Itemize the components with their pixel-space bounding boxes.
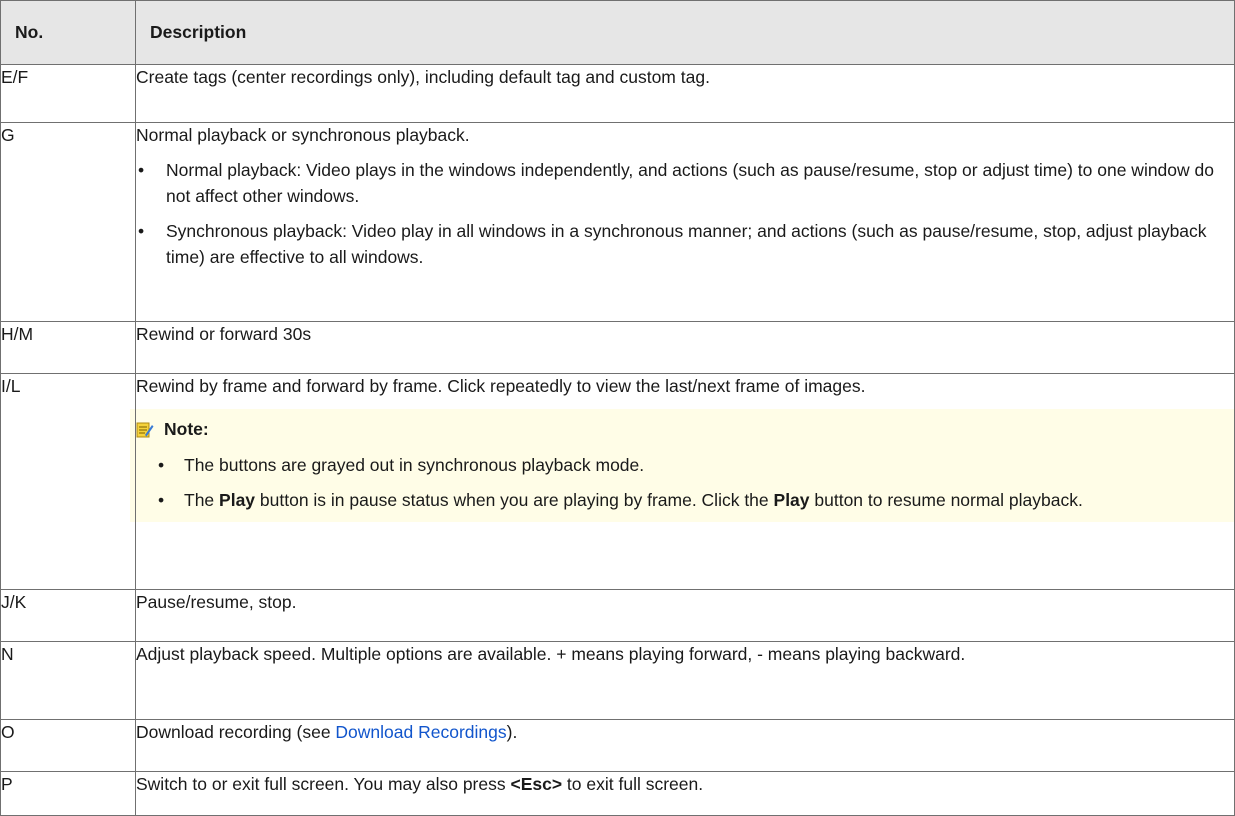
row-description: Download recording (see Download Recordi… <box>136 722 518 742</box>
header-description: Description <box>135 0 1235 65</box>
row-description: Pause/resume, stop. <box>136 592 297 612</box>
row-no: I/L <box>0 373 136 590</box>
list-item-text: The buttons are grayed out in synchronou… <box>184 454 645 475</box>
table-row: H/M Rewind or forward 30s <box>0 321 1235 374</box>
row-description: Rewind or forward 30s <box>136 324 312 344</box>
table-row: P Switch to or exit full screen. You may… <box>0 771 1235 816</box>
table-row: N Adjust playback speed. Multiple option… <box>0 641 1235 720</box>
list-item-text: Synchronous playback: Video play in all … <box>166 221 1207 267</box>
table-row: G Normal playback or synchronous playbac… <box>0 122 1235 322</box>
row-no: E/F <box>0 64 136 123</box>
list-item: • Normal playback: Video plays in the wi… <box>136 158 1234 209</box>
list-item-text: Normal playback: Video plays in the wind… <box>166 160 1214 206</box>
list-item-text: The Play button is in pause status when … <box>184 490 1083 511</box>
esc-key: <Esc> <box>510 774 563 794</box>
play-keyword: Play <box>219 490 256 511</box>
row-description: Switch to or exit full screen. You may a… <box>136 774 704 794</box>
note-label: Note: <box>164 419 209 440</box>
header-no: No. <box>0 0 136 65</box>
row-no: J/K <box>0 589 136 642</box>
bullet-icon: • <box>158 490 165 511</box>
row-no: H/M <box>0 321 136 374</box>
row-no: O <box>0 719 136 772</box>
list-item: • The Play button is in pause status whe… <box>136 488 1226 513</box>
row-description: Create tags (center recordings only), in… <box>136 67 710 87</box>
bullet-icon: • <box>138 160 145 181</box>
row-no: N <box>0 641 136 720</box>
table-row: J/K Pause/resume, stop. <box>0 589 1235 642</box>
note-icon <box>136 421 154 439</box>
description-table: No. Description E/F Create tags (center … <box>0 0 1235 816</box>
list-item: • The buttons are grayed out in synchron… <box>136 453 1226 478</box>
list-item: • Synchronous playback: Video play in al… <box>136 219 1234 270</box>
table-row: I/L Rewind by frame and forward by frame… <box>0 373 1235 590</box>
row-description: Normal playback or synchronous playback. <box>136 125 470 145</box>
table-header-row: No. Description <box>0 0 1235 65</box>
table-row: E/F Create tags (center recordings only)… <box>0 64 1235 123</box>
bullet-icon: • <box>138 221 145 242</box>
row-description: Adjust playback speed. Multiple options … <box>136 644 966 664</box>
note-box: Note: • The buttons are grayed out in sy… <box>130 409 1235 522</box>
play-keyword: Play <box>773 490 810 511</box>
download-recordings-link[interactable]: Download Recordings <box>335 722 506 742</box>
row-description: Rewind by frame and forward by frame. Cl… <box>136 376 866 396</box>
bullet-icon: • <box>158 454 165 475</box>
row-no: P <box>0 771 136 816</box>
row-no: G <box>0 122 136 322</box>
table-row: O Download recording (see Download Recor… <box>0 719 1235 772</box>
